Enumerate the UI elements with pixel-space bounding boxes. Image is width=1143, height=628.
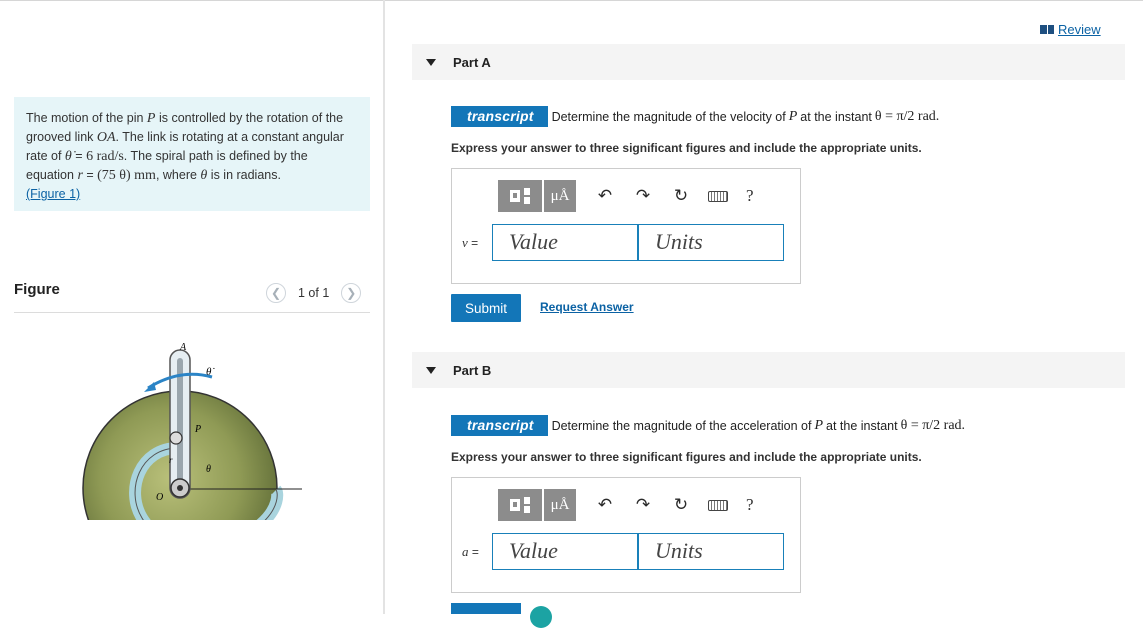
- submit-button[interactable]: Submit: [451, 294, 521, 322]
- collapse-triangle-icon: [426, 58, 436, 66]
- keyboard-icon[interactable]: [708, 499, 728, 511]
- problem-equation: (75 θ) mm: [97, 168, 156, 183]
- part-b-instructions: Express your answer to three significant…: [451, 450, 922, 464]
- units-symbol-button[interactable]: μÅ: [544, 489, 576, 521]
- templates-button[interactable]: [498, 489, 542, 521]
- pin-p: [169, 431, 183, 445]
- figure-divider: [14, 312, 370, 313]
- keyboard-icon[interactable]: [708, 190, 728, 202]
- question-text: Determine the magnitude of the accelerat…: [551, 418, 812, 433]
- help-button[interactable]: ?: [746, 186, 754, 206]
- figure-title: Figure: [14, 281, 60, 298]
- question-text: at the instant: [800, 109, 872, 124]
- reset-icon[interactable]: ↻: [672, 495, 690, 515]
- var-equals: =: [467, 236, 479, 250]
- top-rule: [0, 0, 1143, 1]
- redo-icon[interactable]: ↷: [634, 495, 652, 515]
- question-condition: θ = π/2 rad.: [874, 108, 940, 124]
- transcript-badge[interactable]: transcript: [451, 106, 548, 127]
- panel-divider[interactable]: [383, 0, 385, 614]
- undo-icon[interactable]: ↶: [596, 495, 614, 515]
- pin-o-center: [177, 485, 183, 491]
- problem-rate: 6 rad/s: [86, 149, 124, 164]
- part-b-question: transcript Determine the magnitude of th…: [451, 415, 965, 436]
- var-equals: =: [468, 545, 479, 559]
- figure-link[interactable]: (Figure 1): [26, 187, 80, 201]
- undo-icon[interactable]: ↶: [596, 186, 614, 206]
- help-button[interactable]: ?: [746, 495, 754, 515]
- transcript-badge[interactable]: transcript: [451, 415, 548, 436]
- math-toolbar: μÅ ↶ ↷ ↻ ?: [498, 489, 754, 521]
- label-thetadot: θ̇: [206, 366, 215, 378]
- part-a-question: transcript Determine the magnitude of th…: [451, 106, 939, 127]
- part-b-answer-box: μÅ ↶ ↷ ↻ ? a = Value Units: [451, 477, 801, 593]
- problem-text: The motion of the pin: [26, 111, 147, 125]
- redo-icon[interactable]: ↷: [634, 186, 652, 206]
- label-p: P: [194, 424, 201, 435]
- rotation-arrowhead: [144, 382, 156, 392]
- units-input[interactable]: Units: [638, 533, 784, 570]
- value-input[interactable]: Value: [492, 224, 638, 261]
- question-condition: θ = π/2 rad.: [900, 417, 966, 433]
- request-answer-link[interactable]: Request Answer: [540, 300, 634, 314]
- part-b-title: Part B: [453, 362, 492, 378]
- variable-label: v =: [462, 235, 478, 251]
- collapse-triangle-icon: [426, 366, 436, 374]
- variable-label: a =: [462, 544, 479, 560]
- review-link[interactable]: Review: [1040, 22, 1101, 37]
- info-icon-partial[interactable]: [530, 606, 552, 628]
- part-a-title: Part A: [453, 54, 491, 70]
- reset-icon[interactable]: ↻: [672, 186, 690, 206]
- question-text: Determine the magnitude of the velocity …: [551, 109, 786, 124]
- problem-text: , where: [155, 168, 201, 182]
- templates-button[interactable]: [498, 180, 542, 212]
- problem-text: is in radians.: [207, 168, 281, 182]
- problem-text: =: [82, 168, 98, 182]
- units-symbol-button[interactable]: μÅ: [544, 180, 576, 212]
- problem-var-oa: OA: [96, 130, 116, 145]
- label-theta: θ: [206, 464, 211, 475]
- review-label: Review: [1058, 22, 1101, 37]
- problem-var-thetadot: θ̇: [64, 149, 72, 164]
- link-slot: [177, 358, 183, 486]
- label-o: O: [156, 492, 163, 503]
- label-a: A: [179, 342, 187, 353]
- value-input[interactable]: Value: [492, 533, 638, 570]
- book-icon: [1040, 25, 1054, 34]
- mechanism-figure: A θ̇ P r θ O: [82, 342, 302, 520]
- figure-pager: ❮ 1 of 1 ❯: [266, 282, 362, 304]
- units-input[interactable]: Units: [638, 224, 784, 261]
- math-toolbar: μÅ ↶ ↷ ↻ ?: [498, 180, 754, 212]
- label-r: r: [169, 455, 173, 465]
- problem-text: =: [71, 149, 87, 163]
- part-b-header[interactable]: Part B: [412, 352, 1125, 388]
- question-text: at the instant: [826, 418, 898, 433]
- submit-button-partial[interactable]: [451, 603, 521, 614]
- chevron-left-icon[interactable]: ❮: [266, 283, 286, 303]
- question-var-p: P: [814, 417, 824, 433]
- problem-statement: The motion of the pin P is controlled by…: [14, 97, 370, 211]
- pager-count: 1 of 1: [298, 286, 330, 300]
- part-a-answer-box: μÅ ↶ ↷ ↻ ? v = Value Units: [451, 168, 801, 284]
- question-var-p: P: [788, 108, 798, 124]
- part-a-header[interactable]: Part A: [412, 44, 1125, 80]
- part-a-instructions: Express your answer to three significant…: [451, 141, 922, 155]
- chevron-right-icon[interactable]: ❯: [341, 283, 362, 303]
